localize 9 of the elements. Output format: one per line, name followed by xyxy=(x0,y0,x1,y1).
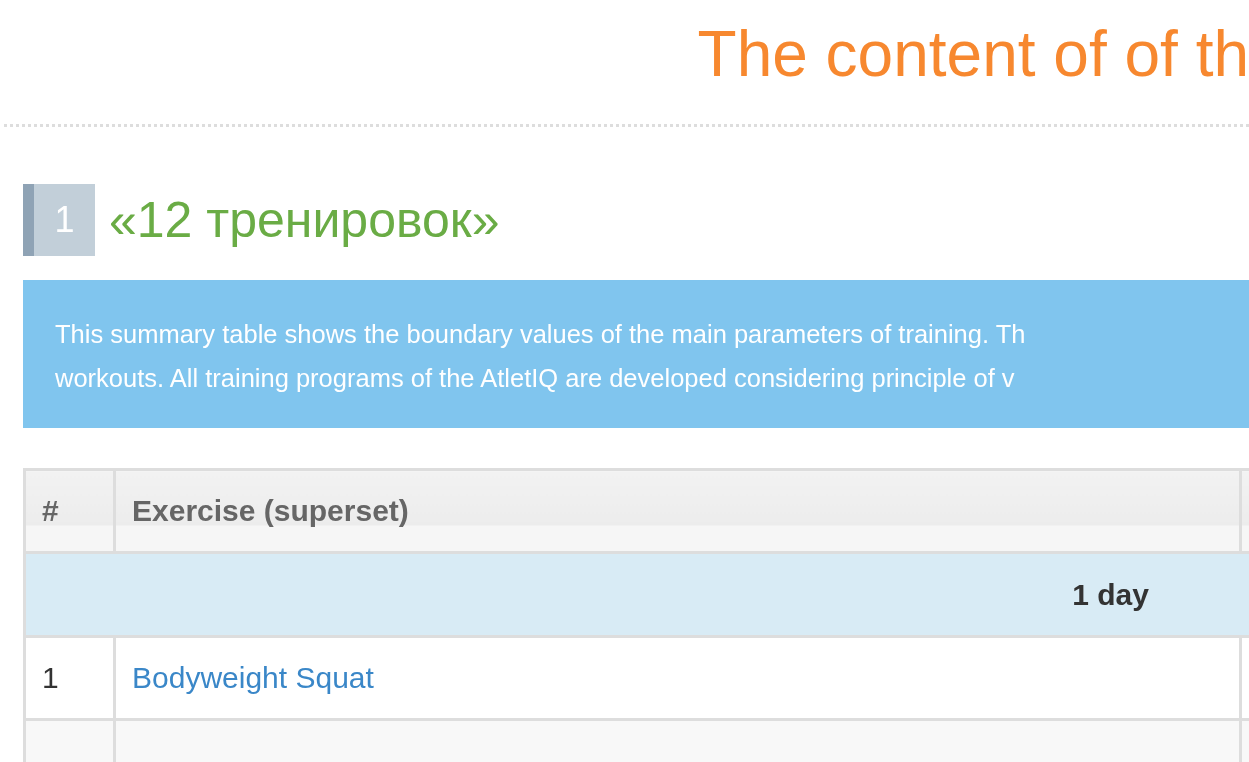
column-header: # xyxy=(24,469,115,553)
column-header: Exercise (superset) xyxy=(114,469,1241,553)
day-label: 1 day xyxy=(1072,577,1149,611)
exercise-link[interactable]: Bodyweight Squat xyxy=(132,661,374,694)
info-text-line: workouts. All training programs of the AtletIQ are developed considering principle of v xyxy=(55,363,1015,394)
page-title: The content of of th xyxy=(697,17,1249,91)
info-text-line: This summary table shows the boundary values of the main parameters of training. Th xyxy=(55,319,1026,350)
section-number-badge: 1 xyxy=(23,184,95,256)
section-title: «12 тренировок» xyxy=(109,191,500,249)
